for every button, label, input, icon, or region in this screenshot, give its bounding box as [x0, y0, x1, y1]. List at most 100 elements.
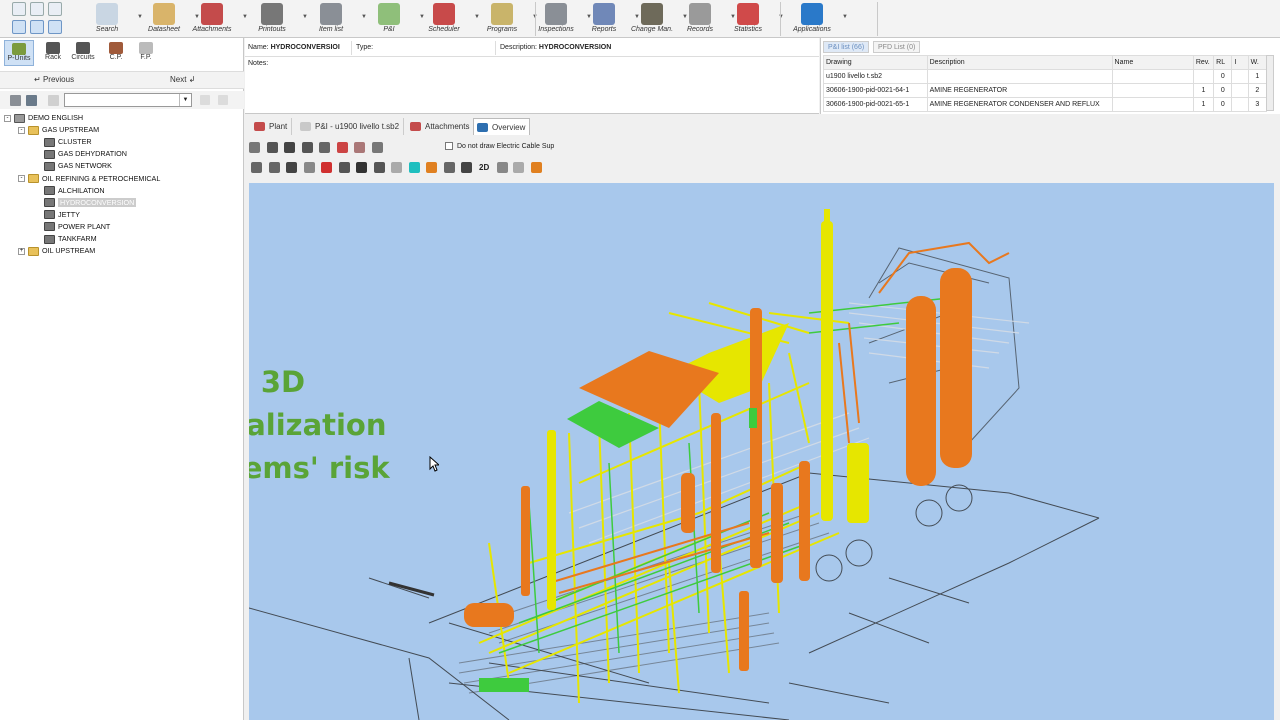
- fit-icon[interactable]: [284, 142, 295, 153]
- checker-icon[interactable]: [461, 162, 472, 173]
- collapse-icon[interactable]: -: [18, 126, 25, 134]
- tab-plant[interactable]: Plant: [251, 118, 293, 135]
- col-w[interactable]: W.: [1247, 55, 1268, 70]
- notes-label: Notes:: [248, 60, 269, 67]
- filter-icon[interactable]: [371, 142, 383, 153]
- tab-globe[interactable]: Overview: [473, 118, 531, 135]
- col-drawing[interactable]: Drawing: [823, 55, 928, 70]
- tree-icon[interactable]: [10, 95, 21, 106]
- ribbon-pid-button[interactable]: P&I ▼: [359, 0, 425, 38]
- save-icon[interactable]: [356, 162, 367, 173]
- copy-icon[interactable]: [30, 20, 44, 34]
- tree-node[interactable]: HYDROCONVERSION: [44, 197, 137, 209]
- filter-icon[interactable]: [26, 95, 37, 106]
- tree-node[interactable]: GAS DEHYDRATION: [44, 148, 127, 160]
- tool-circuits[interactable]: Circuits: [68, 40, 98, 66]
- 3d-viewport[interactable]: 3D visualization of items' risk: [249, 183, 1274, 720]
- rotate-icon[interactable]: [301, 142, 313, 153]
- tool-rack[interactable]: Rack: [38, 40, 68, 66]
- tree-node[interactable]: + OIL UPSTREAM: [18, 245, 95, 257]
- col-name[interactable]: Name: [1111, 55, 1194, 70]
- electric-cable-checkbox[interactable]: Do not draw Electric Cable Sup: [445, 142, 554, 150]
- col-rl[interactable]: RL: [1213, 55, 1233, 70]
- col-i[interactable]: I: [1231, 55, 1249, 70]
- stop-icon[interactable]: [336, 142, 348, 153]
- table-row[interactable]: 30606-1900-pid-0021-64-1 AMINE REGENERATO…: [823, 83, 1268, 98]
- tree-node-label: CLUSTER: [58, 137, 92, 147]
- home-icon[interactable]: [12, 2, 26, 16]
- notes-box[interactable]: Notes:: [245, 56, 819, 114]
- layers-icon[interactable]: [354, 142, 365, 153]
- tab-pfd-list[interactable]: PFD List (0): [873, 41, 921, 53]
- tree-node[interactable]: - OIL REFINING & PETROCHEMICAL: [18, 173, 160, 185]
- previous-button[interactable]: ↵ Previous: [34, 75, 74, 84]
- tree-node[interactable]: GAS NETWORK: [44, 160, 112, 172]
- ribbon-magnifier-button[interactable]: Search ▼: [77, 0, 143, 38]
- checkbox-box[interactable]: [445, 142, 453, 150]
- pointer-icon[interactable]: [12, 20, 26, 34]
- next-button[interactable]: Next ↲: [170, 75, 195, 84]
- collapse-icon[interactable]: -: [18, 175, 25, 183]
- zoom-out-icon[interactable]: [268, 162, 280, 173]
- sphere-icon[interactable]: [338, 162, 350, 173]
- chevron-down-icon[interactable]: ▼: [842, 14, 848, 20]
- tab-pid-list[interactable]: P&I list (66): [823, 41, 870, 53]
- expand-icon[interactable]: +: [18, 247, 25, 255]
- red-ball-icon[interactable]: [321, 162, 332, 173]
- filter-combo[interactable]: ▼: [64, 93, 192, 107]
- expand-icon[interactable]: [200, 95, 210, 105]
- table-row[interactable]: u1900 livello t.sb2 0 1: [823, 69, 1268, 84]
- link-icon[interactable]: [48, 20, 62, 34]
- tree-node[interactable]: POWER PLANT: [44, 221, 110, 233]
- chevron-down-icon[interactable]: ▼: [179, 94, 191, 106]
- zoom-in-icon[interactable]: [251, 162, 262, 173]
- tree-node[interactable]: JETTY: [44, 209, 80, 221]
- tree-node[interactable]: ALCHILATION: [44, 185, 105, 197]
- col-description[interactable]: Description: [926, 55, 1113, 70]
- cyan-square-icon[interactable]: [408, 162, 420, 173]
- ribbon-statistics-button[interactable]: Statistics ▼: [718, 0, 784, 38]
- save-icon[interactable]: [30, 2, 44, 16]
- layer-icon[interactable]: [303, 162, 315, 173]
- grid-icon[interactable]: [48, 95, 59, 106]
- ribbon-calendar-button[interactable]: Scheduler ▼: [414, 0, 480, 38]
- table-cell: [1111, 97, 1194, 112]
- tree-node[interactable]: TANKFARM: [44, 233, 97, 245]
- ribbon-list-button[interactable]: Item list ▼: [301, 0, 367, 38]
- col-rev[interactable]: Rev.: [1192, 55, 1215, 70]
- palette-icon[interactable]: [426, 162, 437, 173]
- ribbon-gear-button[interactable]: Applications ▼: [782, 0, 848, 38]
- tab-pid-doc[interactable]: P&I - u1900 livello t.sb2: [297, 118, 405, 135]
- collapse-icon[interactable]: [218, 95, 228, 105]
- settings-icon[interactable]: [48, 2, 62, 16]
- tab-attachment[interactable]: Attachments: [407, 118, 475, 135]
- tab-label: P&I - u1900 livello t.sb2: [315, 122, 400, 131]
- tool-p-units[interactable]: P-Units: [4, 40, 34, 66]
- ribbon-chart-button[interactable]: Programs▼: [472, 0, 538, 38]
- ribbon-attachment-button[interactable]: Attachments ▼: [182, 0, 248, 38]
- tree-node[interactable]: - GAS UPSTREAM: [18, 124, 99, 136]
- table-cell: 0: [1213, 69, 1233, 84]
- description-value[interactable]: HYDROCONVERSION: [539, 44, 611, 51]
- 2d-button[interactable]: 2D: [479, 163, 489, 172]
- tool-pencil[interactable]: C.P.: [101, 40, 131, 66]
- ribbon-printer-button[interactable]: Printouts ▼: [242, 0, 308, 38]
- tool-fp[interactable]: F.P.: [131, 40, 161, 66]
- line-icon[interactable]: [513, 162, 524, 173]
- list-icon[interactable]: [443, 162, 455, 173]
- quick-access-toolbar: [2, 1, 64, 37]
- tree-node[interactable]: - DEMO ENGLISH: [4, 112, 83, 124]
- align-icon[interactable]: [249, 142, 260, 153]
- collapse-icon[interactable]: -: [4, 114, 11, 122]
- pid-scrollbar[interactable]: [1266, 55, 1274, 111]
- print-icon[interactable]: [319, 142, 330, 153]
- camera-icon[interactable]: [391, 162, 402, 173]
- arc-icon[interactable]: [497, 162, 508, 173]
- frame-icon[interactable]: [266, 142, 278, 153]
- name-value[interactable]: HYDROCONVERSIOI: [271, 44, 340, 51]
- hand-icon[interactable]: [531, 162, 542, 173]
- bottle-icon[interactable]: [286, 162, 297, 173]
- tree-node[interactable]: CLUSTER: [44, 136, 92, 148]
- table-row[interactable]: 30606-1900-pid-0021-65-1 AMINE REGENERATO…: [823, 97, 1268, 112]
- print-icon[interactable]: [373, 162, 385, 173]
